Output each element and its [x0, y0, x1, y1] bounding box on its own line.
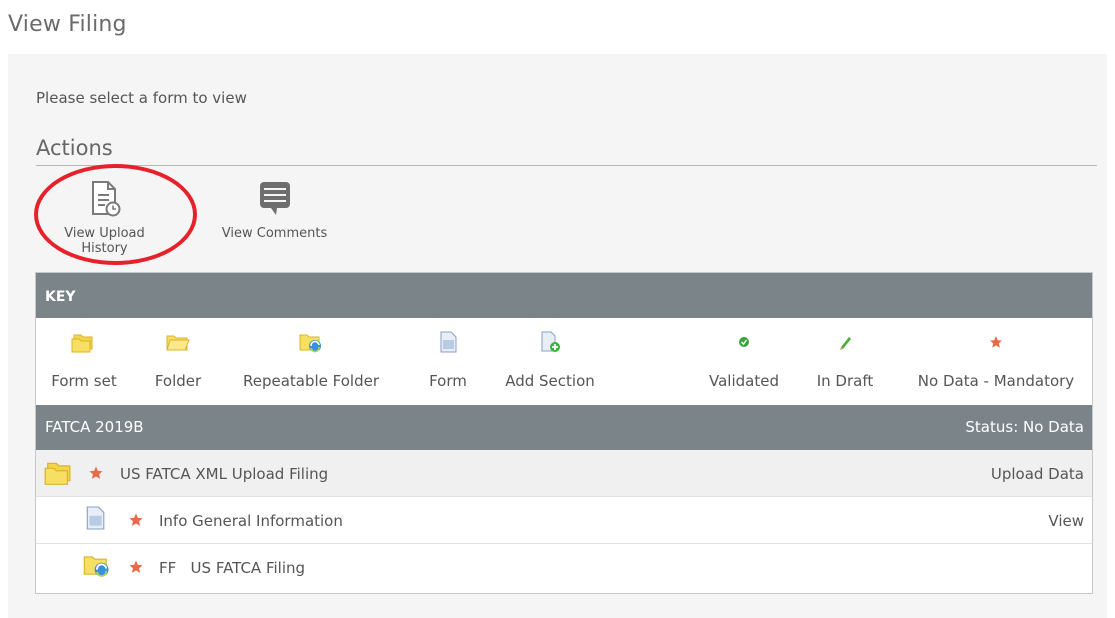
mandatory-star-icon [128, 512, 144, 532]
key-item-in-draft: In Draft [810, 331, 880, 390]
no-data-mandatory-icon [904, 331, 1088, 357]
key-item-form-set: Form set [44, 331, 124, 390]
table-row[interactable]: Info General Information View [36, 497, 1092, 544]
filing-panel: Please select a form to view Actions Vie… [8, 54, 1107, 618]
key-item-add-section: Add Section [495, 331, 605, 390]
key-title: KEY [45, 289, 76, 305]
row-label: US FATCA XML Upload Filing [120, 465, 329, 483]
in-draft-icon [810, 331, 880, 357]
form-icon [423, 331, 473, 357]
repeatable-folder-icon [230, 331, 392, 357]
form-icon [84, 505, 106, 535]
actions-divider [36, 165, 1097, 166]
upload-data-link[interactable]: Upload Data [991, 465, 1084, 483]
actions-heading: Actions [36, 136, 113, 160]
form-set-icon [44, 458, 76, 490]
upload-history-icon [42, 180, 167, 222]
page-title: View Filing [8, 12, 127, 37]
folder-icon [148, 331, 208, 357]
row-label: Info General Information [159, 512, 343, 530]
row-label: FF US FATCA Filing [159, 559, 306, 577]
table-row[interactable]: US FATCA XML Upload Filing Upload Data [36, 450, 1092, 497]
repeatable-folder-icon [82, 552, 112, 582]
view-comments-label: View Comments [221, 226, 328, 241]
add-section-icon [495, 331, 605, 357]
key-header: KEY [36, 273, 1092, 318]
key-item-validated: Validated [701, 331, 787, 390]
form-set-icon [44, 331, 124, 357]
key-item-repeatable-folder: Repeatable Folder [230, 331, 392, 390]
table-row[interactable]: FF US FATCA Filing [36, 544, 1092, 590]
filing-header: FATCA 2019B Status: No Data [36, 405, 1092, 450]
filing-table: KEY Form set Folder Repeatable Folder Fo… [35, 272, 1093, 594]
key-item-no-data-mandatory: No Data - Mandatory [904, 331, 1088, 390]
comments-icon [212, 180, 337, 222]
view-upload-history-button[interactable]: View Upload History [42, 180, 167, 256]
key-item-folder: Folder [148, 331, 208, 390]
key-item-form: Form [423, 331, 473, 390]
mandatory-star-icon [88, 465, 104, 485]
mandatory-star-icon [128, 559, 144, 579]
filing-name: FATCA 2019B [45, 418, 144, 436]
instruction-text: Please select a form to view [36, 89, 247, 107]
filing-status: Status: No Data [965, 418, 1084, 436]
view-upload-history-label: View Upload History [64, 226, 145, 256]
view-link[interactable]: View [1048, 512, 1084, 530]
validated-icon [701, 331, 787, 357]
key-legend: Form set Folder Repeatable Folder Form A… [36, 319, 1092, 405]
view-comments-button[interactable]: View Comments [212, 180, 337, 241]
